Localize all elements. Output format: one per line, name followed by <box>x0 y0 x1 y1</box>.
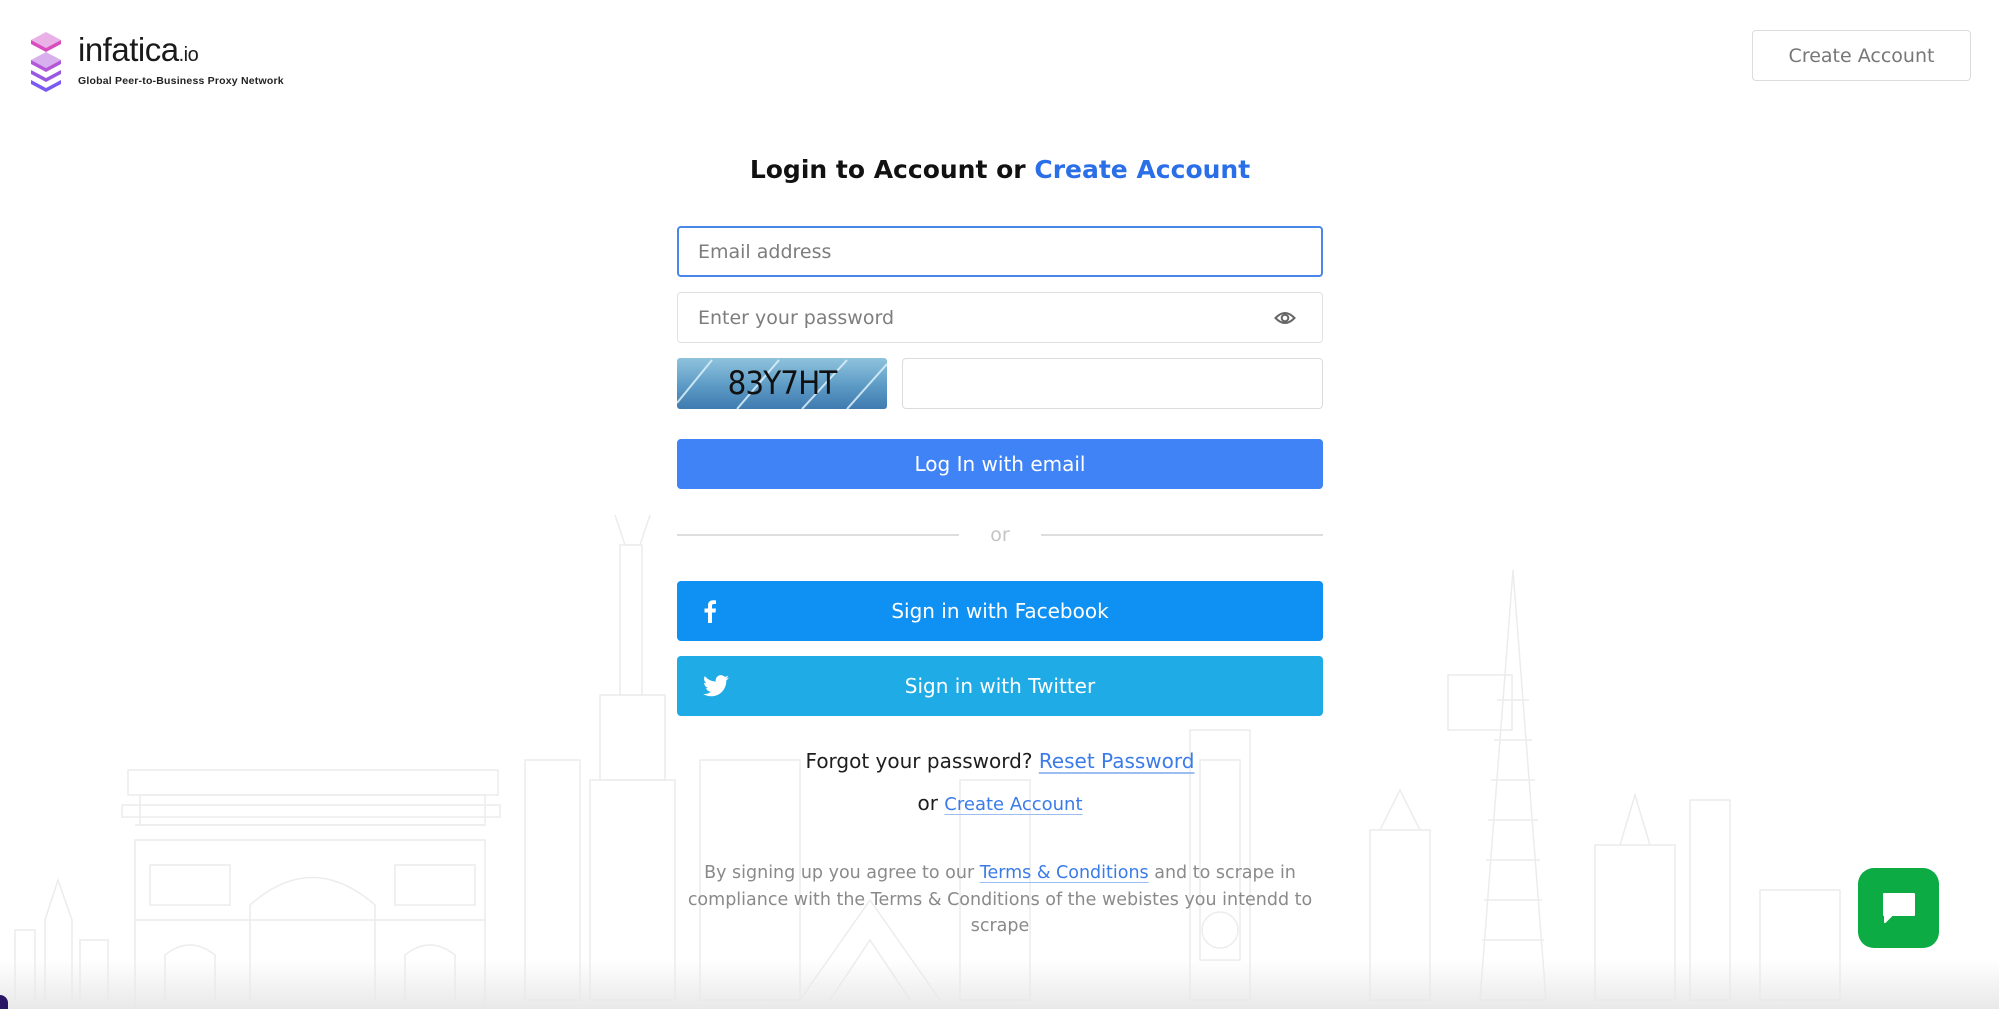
terms-conditions-link[interactable]: Terms & Conditions <box>980 863 1149 883</box>
facebook-signin-button[interactable]: Sign in with Facebook <box>677 581 1323 641</box>
pyramid-illustration <box>1447 569 1547 1001</box>
password-field[interactable] <box>677 292 1323 343</box>
reset-password-link[interactable]: Reset Password <box>1039 749 1195 773</box>
chat-bubble-icon <box>1882 893 1915 923</box>
password-input[interactable] <box>678 293 1322 342</box>
create-account-link[interactable]: Create Account <box>944 794 1082 815</box>
divider-text: or <box>990 524 1010 546</box>
captcha-row: 83Y7HT <box>677 358 1323 409</box>
twitter-signin-label: Sign in with Twitter <box>904 674 1096 698</box>
header-create-account-button[interactable]: Create Account <box>1752 30 1971 81</box>
facebook-icon <box>703 599 717 623</box>
chat-widget-button[interactable] <box>1858 868 1939 948</box>
divider-line-right <box>1041 534 1323 536</box>
title-text: Login to Account or <box>749 155 1035 184</box>
twitter-signin-button[interactable]: Sign in with Twitter <box>677 656 1323 716</box>
or-text: or <box>917 791 945 815</box>
terms-prefix: By signing up you agree to our <box>704 863 980 883</box>
login-email-label: Log In with email <box>914 452 1086 476</box>
captcha-field[interactable] <box>902 358 1323 409</box>
logo-name: infatica.io <box>78 31 199 68</box>
divider-line-left <box>677 534 959 536</box>
or-divider: or <box>677 489 1323 581</box>
eye-icon[interactable] <box>1274 308 1296 328</box>
forgot-password-text: Forgot your password? <box>805 749 1039 773</box>
page-title: Login to Account or Create Account <box>677 150 1323 190</box>
logo[interactable]: infatica.io Global Peer-to-Business Prox… <box>28 30 284 96</box>
email-input[interactable] <box>679 228 1321 275</box>
login-email-button[interactable]: Log In with email <box>677 439 1323 489</box>
or-create-account-line: or Create Account <box>677 791 1323 815</box>
captcha-image: 83Y7HT <box>677 358 887 409</box>
captcha-code: 83Y7HT <box>727 364 838 402</box>
terms-notice: By signing up you agree to our Terms & C… <box>677 860 1323 940</box>
corner-accent <box>0 995 8 1009</box>
twitter-icon <box>703 675 729 697</box>
facebook-signin-label: Sign in with Facebook <box>891 599 1109 623</box>
email-field[interactable] <box>677 226 1323 277</box>
login-form: Login to Account or Create Account 83Y7H… <box>677 150 1323 940</box>
bottom-shade <box>0 959 1999 1009</box>
forgot-password-line: Forgot your password? Reset Password <box>677 749 1323 773</box>
title-create-account-link[interactable]: Create Account <box>1034 155 1250 184</box>
captcha-input[interactable] <box>903 359 1322 408</box>
statue-illustration <box>589 514 676 1001</box>
layered-stack-icon <box>31 32 61 92</box>
logo-tagline: Global Peer-to-Business Proxy Network <box>78 75 284 87</box>
arc-de-triomphe-illustration <box>121 769 501 1009</box>
